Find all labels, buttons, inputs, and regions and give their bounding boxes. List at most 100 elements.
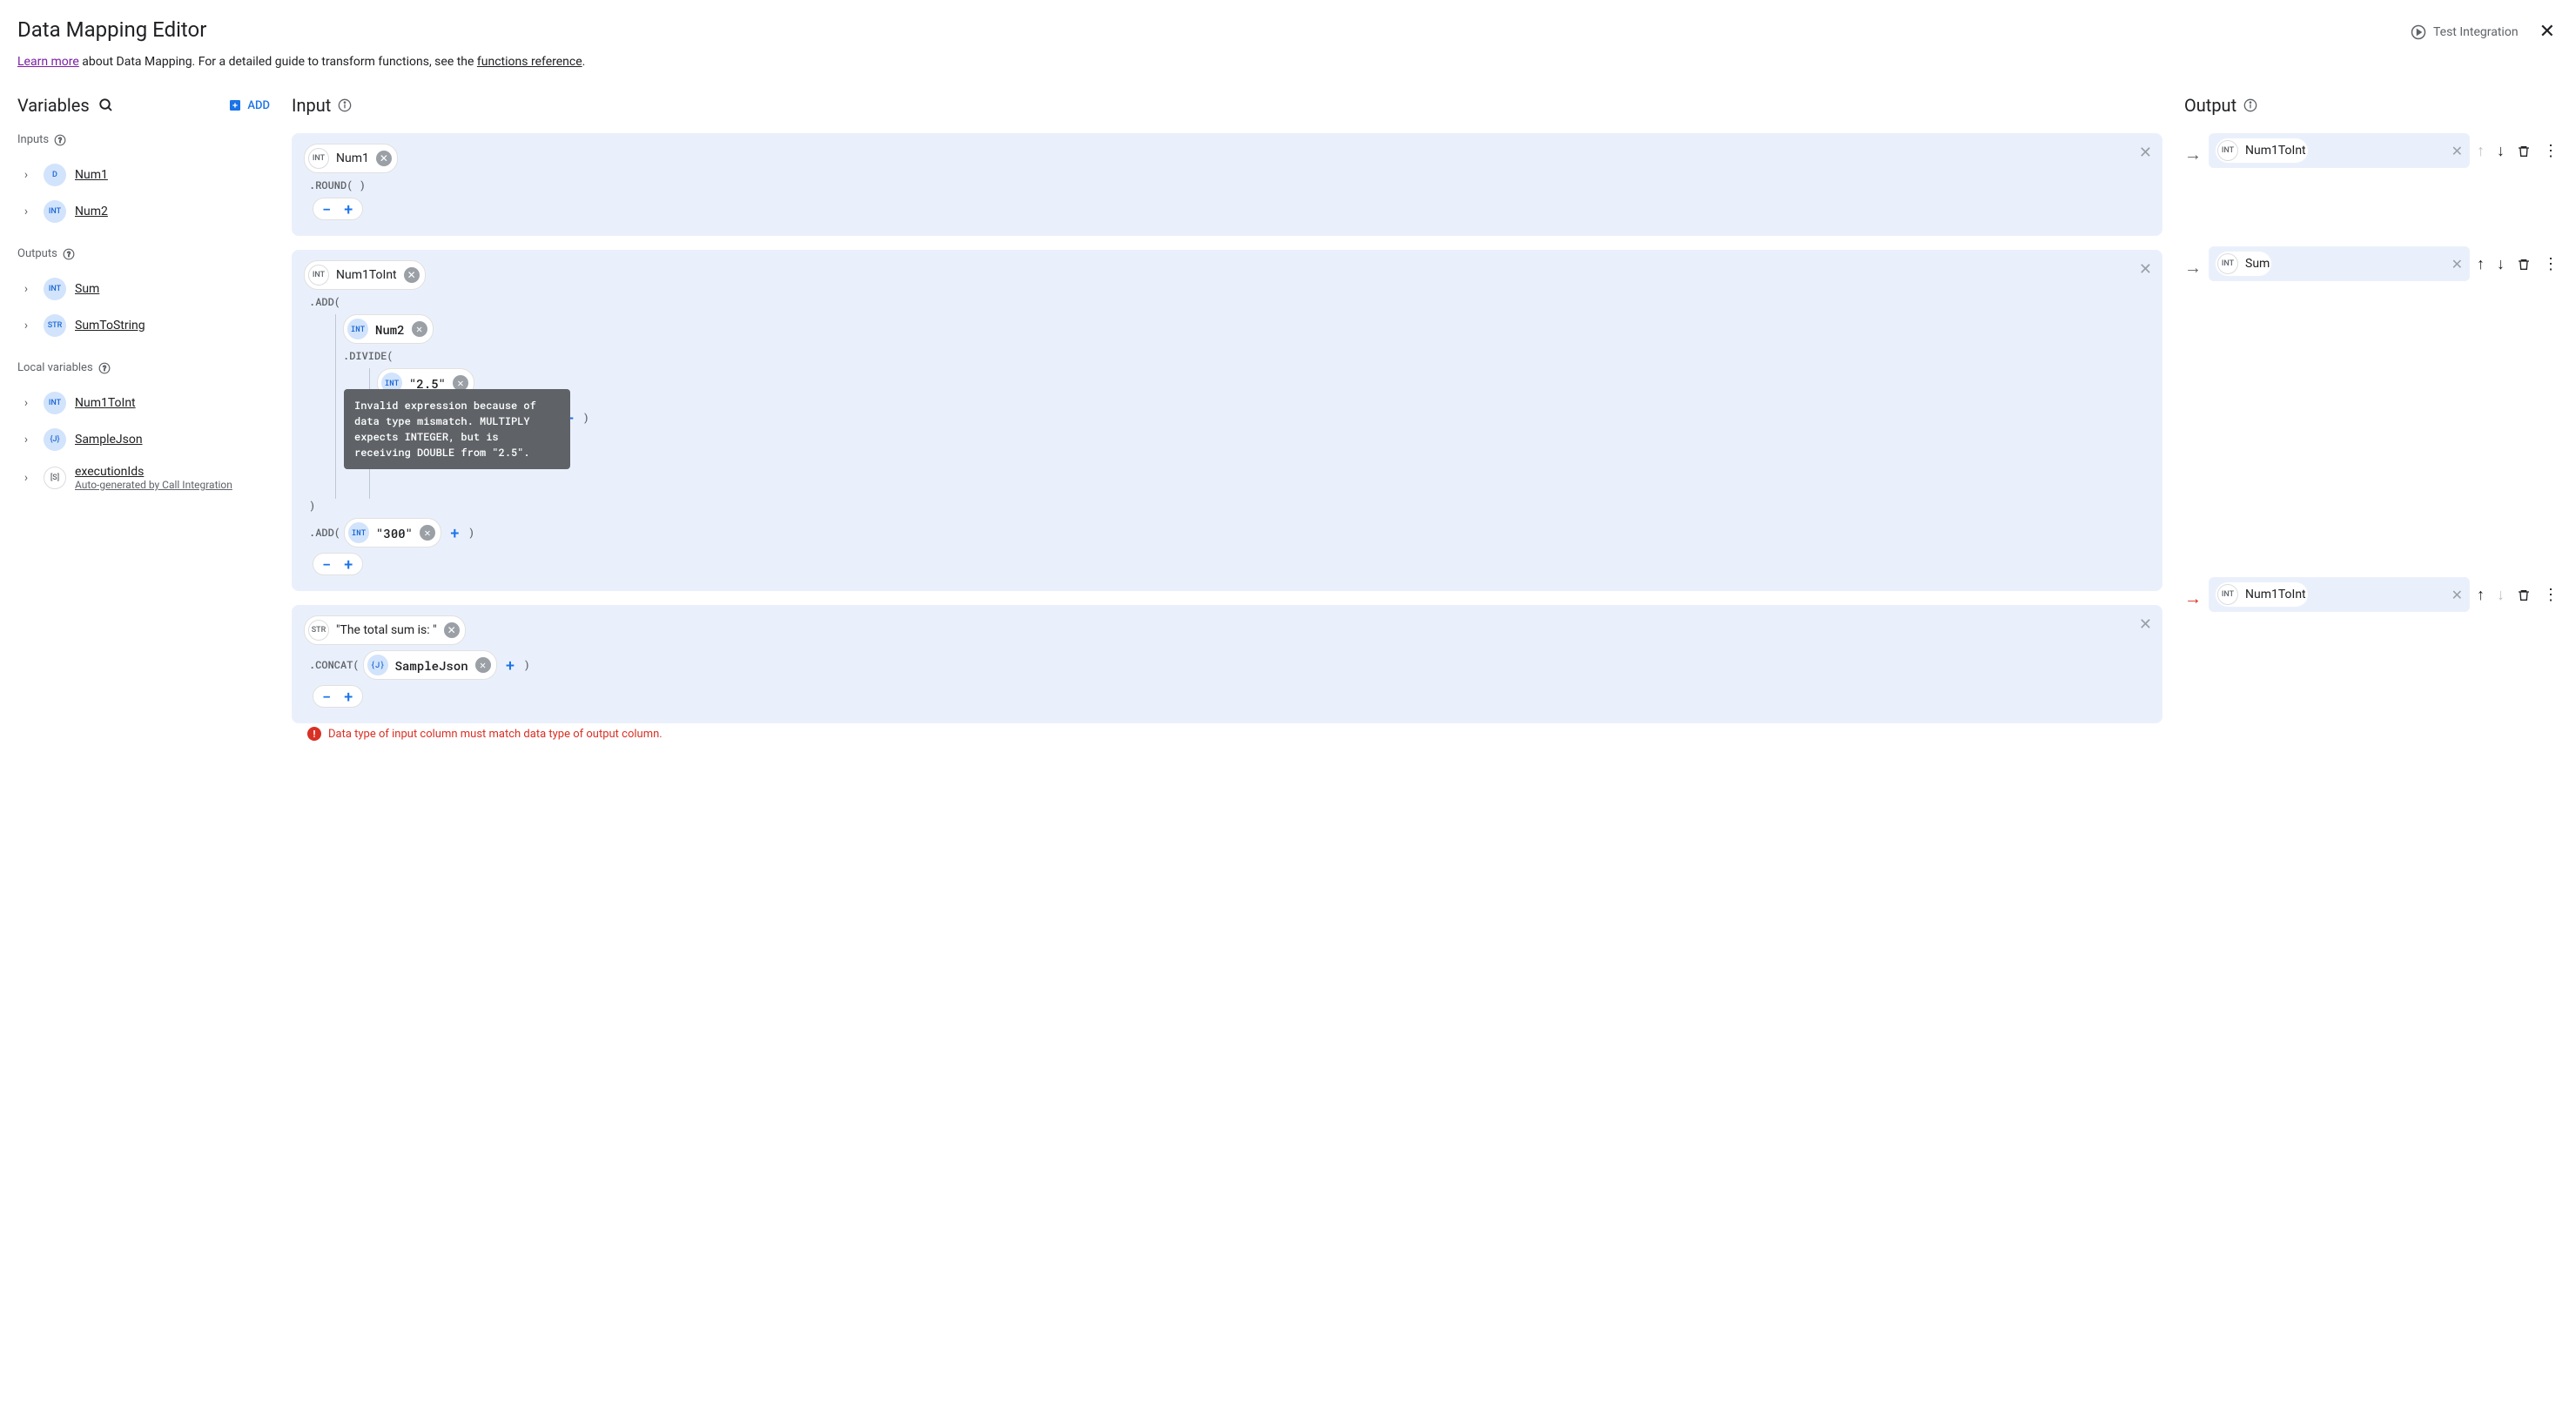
- close-icon[interactable]: ✕: [2536, 17, 2559, 46]
- learn-more-link[interactable]: Learn more: [17, 55, 79, 69]
- arrow-right-icon: →: [2184, 588, 2202, 609]
- output-pill[interactable]: INT Num1ToInt ✕: [2209, 133, 2470, 168]
- variable-item-executionids[interactable]: › [S] executionIds Auto-generated by Cal…: [17, 458, 270, 498]
- type-badge: INT: [44, 200, 66, 223]
- variable-name: SampleJson: [75, 433, 143, 447]
- variable-pill[interactable]: INT Num1ToInt ✕: [304, 260, 426, 290]
- minus-button[interactable]: −: [322, 556, 332, 572]
- plus-button[interactable]: +: [344, 689, 353, 704]
- test-integration-label: Test Integration: [2433, 25, 2519, 39]
- type-badge: STR: [308, 620, 329, 641]
- variable-item-num1[interactable]: › D Num1: [17, 157, 270, 193]
- plus-button[interactable]: +: [344, 556, 353, 572]
- chevron-right-icon: ›: [17, 205, 35, 218]
- variable-item-num1toint[interactable]: › INT Num1ToInt: [17, 385, 270, 421]
- function-add[interactable]: .ADD(: [309, 295, 2150, 309]
- move-down-icon[interactable]: ↓: [2497, 142, 2505, 160]
- variable-item-samplejson[interactable]: › {J} SampleJson: [17, 421, 270, 458]
- plus-box-icon: [228, 98, 242, 112]
- add-variable-button[interactable]: ADD: [228, 98, 270, 112]
- close-icon[interactable]: ✕: [2452, 256, 2463, 272]
- remove-icon[interactable]: ✕: [475, 657, 491, 673]
- minus-button[interactable]: −: [322, 201, 332, 217]
- variable-name: SumToString: [75, 319, 145, 333]
- type-badge: INT: [2217, 140, 2238, 161]
- help-icon[interactable]: ?: [63, 248, 75, 260]
- type-badge: {J}: [44, 428, 66, 451]
- plus-button[interactable]: +: [501, 655, 521, 675]
- input-column-header: Input: [292, 95, 2162, 116]
- plus-button[interactable]: +: [344, 201, 353, 217]
- more-icon[interactable]: ⋮: [2543, 142, 2559, 160]
- close-icon[interactable]: ✕: [2139, 144, 2152, 162]
- remove-icon[interactable]: ✕: [420, 525, 435, 541]
- help-icon[interactable]: ?: [54, 134, 66, 146]
- close-icon[interactable]: ✕: [2139, 260, 2152, 279]
- move-down-icon: ↓: [2497, 586, 2505, 604]
- pill-text: Sum: [2245, 257, 2270, 271]
- move-down-icon[interactable]: ↓: [2497, 255, 2505, 273]
- pill-text: Num1ToInt: [2245, 144, 2306, 158]
- move-up-icon[interactable]: ↑: [2477, 255, 2485, 273]
- pill-text: SampleJson: [395, 657, 468, 674]
- type-badge: INT: [2217, 253, 2238, 274]
- type-badge: INT: [2217, 584, 2238, 605]
- variable-subtitle: Auto-generated by Call Integration: [75, 479, 232, 491]
- variable-item-sumtostring[interactable]: › STR SumToString: [17, 307, 270, 344]
- output-pill[interactable]: INT Sum ✕: [2209, 246, 2470, 281]
- chevron-right-icon: ›: [17, 396, 35, 410]
- info-icon[interactable]: [338, 98, 352, 112]
- arrow-right-icon: →: [2184, 257, 2202, 279]
- input-card: ✕ INT Num1 ✕ .ROUND( ) − +: [292, 133, 2162, 236]
- outputs-section-label: Outputs ?: [17, 247, 270, 260]
- type-badge: D: [44, 164, 66, 186]
- variable-item-num2[interactable]: › INT Num2: [17, 193, 270, 230]
- trash-icon[interactable]: [2517, 255, 2531, 273]
- variable-pill[interactable]: INT Num1 ✕: [304, 144, 398, 173]
- more-icon[interactable]: ⋮: [2543, 586, 2559, 604]
- pill-text: Num2: [375, 321, 405, 338]
- variable-pill[interactable]: INT Num2 ✕: [343, 314, 434, 344]
- move-up-icon[interactable]: ↑: [2477, 586, 2485, 604]
- locals-section-label: Local variables ?: [17, 361, 270, 374]
- remove-icon[interactable]: ✕: [412, 321, 427, 337]
- trash-icon[interactable]: [2517, 586, 2531, 604]
- close-icon[interactable]: ✕: [2139, 615, 2152, 634]
- trash-icon[interactable]: [2517, 142, 2531, 160]
- subtitle: Learn more about Data Mapping. For a det…: [17, 55, 2559, 69]
- output-pill[interactable]: INT Num1ToInt ✕: [2209, 577, 2470, 612]
- add-remove-control: − +: [313, 198, 363, 220]
- type-badge: INT: [348, 522, 369, 543]
- remove-icon[interactable]: ✕: [444, 622, 460, 638]
- chevron-right-icon: ›: [17, 471, 35, 485]
- svg-text:?: ?: [67, 249, 71, 258]
- test-integration-button[interactable]: Test Integration: [2411, 24, 2519, 40]
- literal-pill[interactable]: INT "300" ✕: [344, 518, 441, 548]
- type-badge: [S]: [44, 467, 66, 489]
- chevron-right-icon: ›: [17, 168, 35, 182]
- function-concat[interactable]: .CONCAT(: [309, 658, 360, 672]
- literal-pill[interactable]: STR "The total sum is: " ✕: [304, 615, 466, 645]
- close-icon[interactable]: ✕: [2452, 143, 2463, 159]
- error-message: ! Data type of input column must match d…: [307, 727, 2162, 741]
- help-icon[interactable]: ?: [98, 362, 111, 374]
- minus-button[interactable]: −: [322, 689, 332, 704]
- variables-title: Variables: [17, 95, 90, 116]
- more-icon[interactable]: ⋮: [2543, 255, 2559, 273]
- type-badge: INT: [308, 148, 329, 169]
- remove-icon[interactable]: ✕: [404, 267, 420, 283]
- remove-icon[interactable]: ✕: [376, 151, 392, 166]
- function-round[interactable]: .ROUND( ): [309, 178, 2150, 192]
- plus-button[interactable]: +: [445, 522, 465, 543]
- function-divide[interactable]: .DIVIDE(: [343, 349, 2150, 363]
- close-icon[interactable]: ✕: [2452, 587, 2463, 603]
- inputs-section-label: Inputs ?: [17, 133, 270, 146]
- arrow-right-icon: →: [2184, 144, 2202, 165]
- info-icon[interactable]: [2243, 98, 2257, 112]
- function-add[interactable]: .ADD(: [309, 526, 340, 540]
- variables-sidebar: Variables ADD Inputs ? › D Num1: [17, 95, 270, 741]
- functions-reference-link[interactable]: functions reference: [477, 55, 582, 69]
- search-icon[interactable]: [98, 97, 114, 113]
- variable-pill[interactable]: {J} SampleJson ✕: [363, 650, 497, 680]
- variable-item-sum[interactable]: › INT Sum: [17, 271, 270, 307]
